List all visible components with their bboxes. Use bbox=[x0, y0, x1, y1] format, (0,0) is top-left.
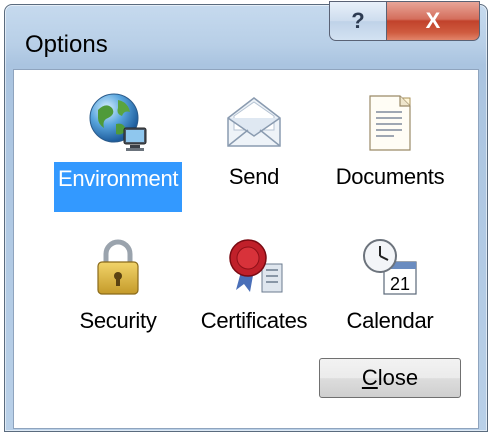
svg-text:21: 21 bbox=[390, 274, 410, 294]
help-icon: ? bbox=[351, 8, 365, 33]
option-certificates[interactable]: Certificates bbox=[186, 234, 322, 336]
option-documents[interactable]: Documents bbox=[322, 90, 458, 192]
dialog-title: Options bbox=[25, 31, 108, 58]
options-dialog: Options ? X Environment Send Documents S… bbox=[4, 1, 488, 432]
option-security[interactable]: Security bbox=[50, 234, 186, 336]
close-icon: X bbox=[425, 8, 441, 33]
calendar-clock-icon: 21 bbox=[358, 234, 422, 298]
options-panel: Environment Send Documents Security Cert… bbox=[13, 69, 479, 429]
option-send[interactable]: Send bbox=[186, 90, 322, 192]
window-close-button[interactable]: X bbox=[386, 1, 480, 41]
option-label: Certificates bbox=[200, 308, 308, 333]
padlock-icon bbox=[86, 234, 150, 298]
title-bar[interactable]: Options ? X bbox=[5, 1, 487, 69]
option-label: Documents bbox=[335, 164, 445, 189]
close-button[interactable]: Close bbox=[319, 358, 461, 398]
envelope-icon bbox=[222, 90, 286, 154]
option-calendar[interactable]: 21 Calendar bbox=[322, 234, 458, 336]
option-environment[interactable]: Environment bbox=[50, 90, 186, 212]
option-label: Environment bbox=[54, 162, 182, 212]
option-label: Security bbox=[79, 308, 157, 333]
option-label: Calendar bbox=[346, 308, 434, 333]
certificate-seal-icon bbox=[222, 234, 286, 298]
document-icon bbox=[358, 90, 422, 154]
close-mnemonic: C bbox=[361, 365, 378, 390]
help-button[interactable]: ? bbox=[329, 1, 387, 41]
globe-computer-icon bbox=[86, 90, 150, 154]
option-label: Send bbox=[228, 164, 280, 189]
close-label-rest: lose bbox=[377, 365, 419, 390]
